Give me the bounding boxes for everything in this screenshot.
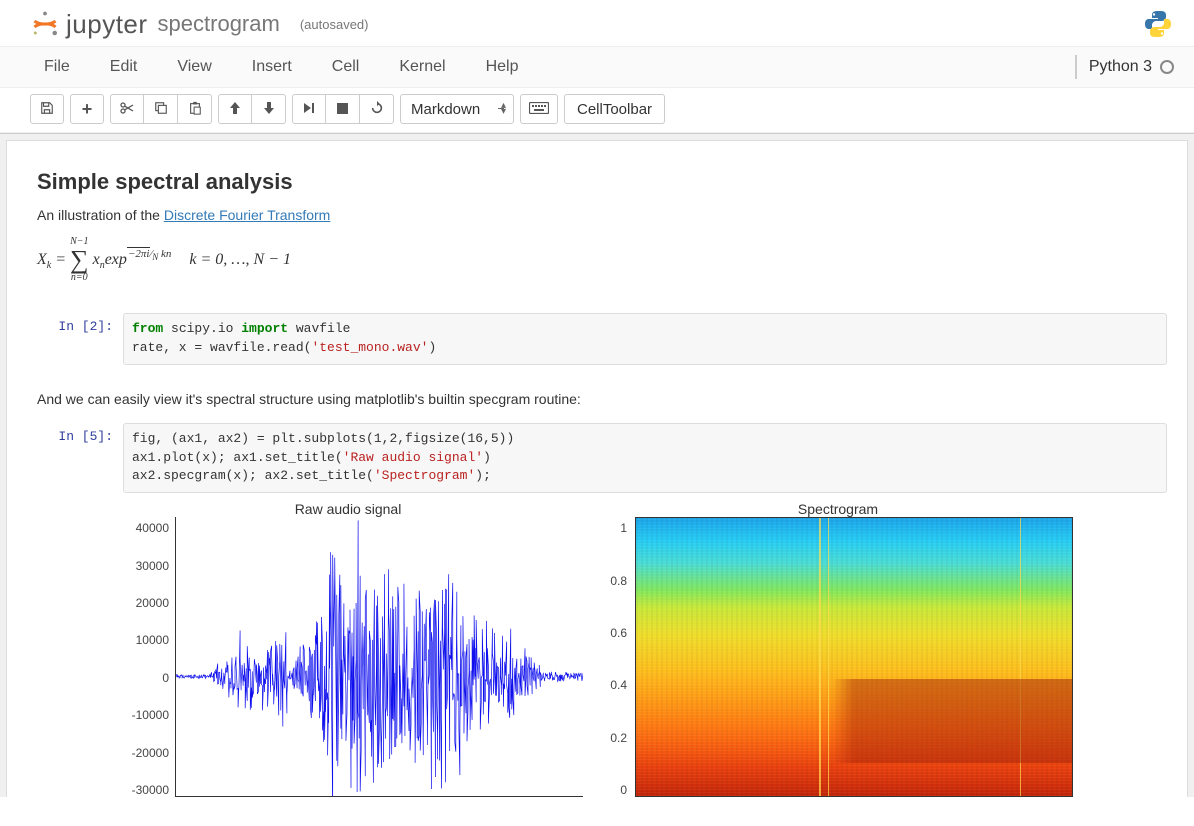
menu-cell[interactable]: Cell xyxy=(312,48,380,86)
notebook-name[interactable]: spectrogram xyxy=(158,11,280,37)
y-axis: 40000 30000 20000 10000 0 -10000 -20000 … xyxy=(113,521,175,797)
kernel-name: Python 3 xyxy=(1089,58,1152,76)
notebook-container: Simple spectral analysis An illustration… xyxy=(0,133,1194,797)
string: 'test_mono.wav' xyxy=(311,340,428,355)
ytick: 40000 xyxy=(113,521,169,535)
output-area: Raw audio signal 40000 30000 20000 10000… xyxy=(17,501,1177,797)
ytick: -20000 xyxy=(113,746,169,760)
copy-icon xyxy=(154,101,168,118)
menubar: File Edit View Insert Cell Kernel Help P… xyxy=(0,46,1194,88)
paste-button[interactable] xyxy=(178,94,212,124)
string: 'Spectrogram' xyxy=(374,468,475,483)
ytick: 0 xyxy=(603,783,627,797)
plot-spectrogram: Spectrogram 1 0.8 0.6 0.4 0.2 0 xyxy=(603,501,1073,797)
keyword: import xyxy=(241,321,288,336)
text: scipy.io xyxy=(163,321,241,336)
arrow-up-icon xyxy=(229,101,241,118)
string: 'Raw audio signal' xyxy=(343,450,483,465)
code-cell[interactable]: In [2]: from scipy.io import wavfile rat… xyxy=(17,305,1177,373)
input-prompt: In [5]: xyxy=(27,423,123,494)
cell-type-select[interactable]: Markdown xyxy=(400,94,514,124)
kernel-indicator-area: Python 3 xyxy=(1075,55,1174,79)
cell-toolbar-button[interactable]: CellToolbar xyxy=(564,94,665,124)
text: ) xyxy=(428,340,436,355)
y-axis: 1 0.8 0.6 0.4 0.2 0 xyxy=(603,521,631,797)
jupyter-wordmark: jupyter xyxy=(66,9,148,40)
ytick: 1 xyxy=(603,521,627,535)
dft-link[interactable]: Discrete Fourier Transform xyxy=(164,207,330,223)
save-status: (autosaved) xyxy=(300,17,369,32)
plot-canvas xyxy=(175,517,583,797)
ytick: 0.6 xyxy=(603,626,627,640)
input-prompt: In [2]: xyxy=(27,313,123,365)
save-icon xyxy=(40,101,54,118)
menu-file[interactable]: File xyxy=(30,48,90,86)
ytick: 30000 xyxy=(113,559,169,573)
paragraph: An illustration of the Discrete Fourier … xyxy=(27,207,1167,223)
scissors-icon xyxy=(119,101,135,118)
keyword: from xyxy=(132,321,163,336)
paste-icon xyxy=(188,101,202,118)
text: fig, (ax1, ax2) = plt.subplots(1,2,figsi… xyxy=(132,431,514,446)
interrupt-button[interactable] xyxy=(326,94,360,124)
plot-canvas xyxy=(635,517,1073,797)
jupyter-logo[interactable]: jupyter xyxy=(30,9,148,40)
menu-edit[interactable]: Edit xyxy=(90,48,158,86)
text: rate, x = wavfile.read( xyxy=(132,340,311,355)
python-logo-icon xyxy=(1142,8,1174,40)
keyboard-icon xyxy=(529,101,549,117)
plot-title: Raw audio signal xyxy=(113,501,583,517)
text: wavfile xyxy=(288,321,350,336)
notebook: Simple spectral analysis An illustration… xyxy=(7,141,1187,797)
jupyter-orbit-icon xyxy=(30,9,60,39)
ytick: 0.4 xyxy=(603,678,627,692)
stop-icon xyxy=(337,101,348,117)
ytick: 0 xyxy=(113,671,169,685)
ytick: 10000 xyxy=(113,633,169,647)
ytick: 0.8 xyxy=(603,574,627,588)
toolbar: + xyxy=(0,88,1194,133)
heading: Simple spectral analysis xyxy=(27,169,1167,195)
menu-insert[interactable]: Insert xyxy=(232,48,312,86)
menu-kernel[interactable]: Kernel xyxy=(379,48,465,86)
step-forward-icon xyxy=(303,101,315,117)
plus-icon: + xyxy=(82,99,93,120)
ytick: -10000 xyxy=(113,708,169,722)
code-cell[interactable]: In [5]: fig, (ax1, ax2) = plt.subplots(1… xyxy=(17,415,1177,502)
text: ax2.specgram(x); ax2.set_title( xyxy=(132,468,374,483)
notebook-header: jupyter spectrogram (autosaved) xyxy=(0,0,1194,46)
latex-formula: Xk = N−1∑n=0 xnexp−2πi⁄N kn k = 0, …, N … xyxy=(27,223,1167,297)
save-button[interactable] xyxy=(30,94,64,124)
restart-icon xyxy=(370,101,384,118)
command-palette-button[interactable] xyxy=(520,94,558,124)
plot-title: Spectrogram xyxy=(603,501,1073,517)
code-input[interactable]: from scipy.io import wavfile rate, x = w… xyxy=(123,313,1167,365)
copy-button[interactable] xyxy=(144,94,178,124)
arrow-down-icon xyxy=(263,101,275,118)
paragraph: And we can easily view it's spectral str… xyxy=(27,391,1167,407)
menu-view[interactable]: View xyxy=(157,48,231,86)
kernel-idle-icon xyxy=(1160,60,1174,74)
run-button[interactable] xyxy=(292,94,326,124)
cut-button[interactable] xyxy=(110,94,144,124)
text: An illustration of the xyxy=(37,207,164,223)
code-input[interactable]: fig, (ax1, ax2) = plt.subplots(1,2,figsi… xyxy=(123,423,1167,494)
plot-waveform: Raw audio signal 40000 30000 20000 10000… xyxy=(113,501,583,797)
insert-cell-button[interactable]: + xyxy=(70,94,104,124)
text: ax1.plot(x); ax1.set_title( xyxy=(132,450,343,465)
move-up-button[interactable] xyxy=(218,94,252,124)
ytick: 0.2 xyxy=(603,731,627,745)
markdown-cell[interactable]: And we can easily view it's spectral str… xyxy=(17,373,1177,415)
restart-button[interactable] xyxy=(360,94,394,124)
ytick: 20000 xyxy=(113,596,169,610)
move-down-button[interactable] xyxy=(252,94,286,124)
ytick: -30000 xyxy=(113,783,169,797)
text: ) xyxy=(483,450,491,465)
menu-help[interactable]: Help xyxy=(466,48,539,86)
text: ); xyxy=(475,468,491,483)
markdown-cell[interactable]: Simple spectral analysis An illustration… xyxy=(17,161,1177,305)
